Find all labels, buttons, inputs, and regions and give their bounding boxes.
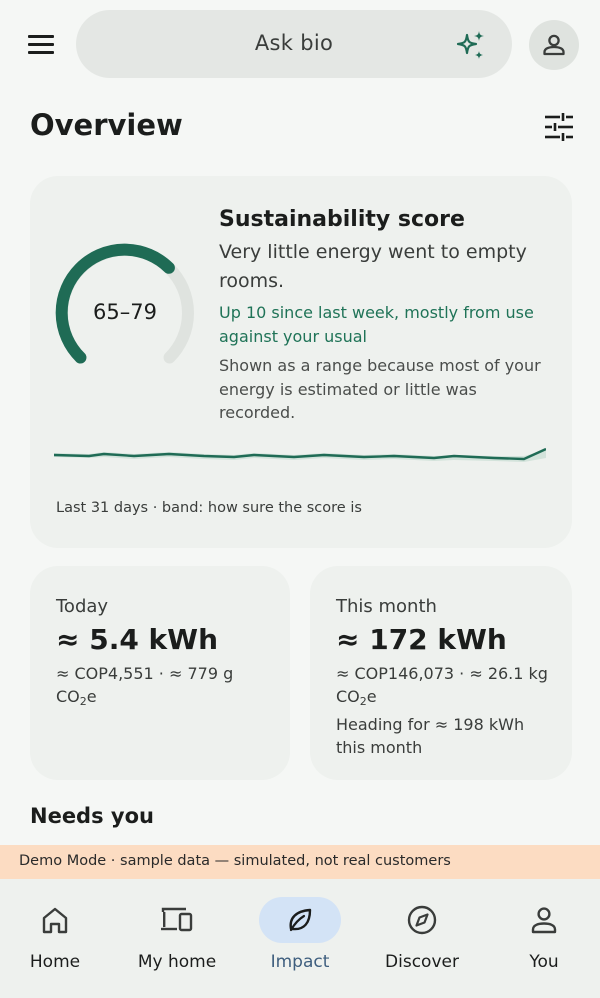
month-detail: ≈ COP146,073 · ≈ 26.1 kg CO2e Heading for… — [336, 664, 548, 757]
today-label: Today — [56, 596, 109, 617]
nav-item-you[interactable]: You — [484, 879, 600, 998]
score-description: Very little energy went to empty rooms. — [219, 241, 527, 292]
account-button[interactable] — [529, 20, 579, 70]
sparkle-icon — [456, 31, 484, 59]
sustainability-score-card[interactable]: 65–79 Sustainability score Very little e… — [30, 176, 572, 548]
compass-icon — [407, 905, 437, 935]
nav-label-home: Home — [29, 952, 81, 972]
nav-item-home[interactable]: Home — [0, 879, 115, 998]
score-trend-sparkline — [54, 447, 546, 462]
home-icon — [42, 907, 68, 934]
nav-label-you: You — [529, 952, 559, 972]
needs-you-title: Needs you — [30, 804, 154, 828]
menu-icon[interactable] — [22, 30, 62, 60]
score-footer: Last 31 days · band: how sure the score … — [56, 500, 362, 516]
nav-label-discover: Discover — [385, 952, 459, 972]
nav-item-impact[interactable]: Impact — [240, 879, 360, 998]
score-title: Sustainability score — [219, 207, 465, 232]
today-usage-card[interactable]: Today ≈ 5.4 kWh ≈ COP4,551 · ≈ 779 g CO2… — [30, 566, 290, 780]
search-placeholder: Ask bio — [254, 31, 334, 55]
month-label: This month — [336, 596, 437, 617]
today-value: ≈ 5.4 kWh — [56, 623, 218, 656]
month-forecast: Heading for ≈ 198 kWh this month — [336, 715, 525, 757]
month-value: ≈ 172 kWh — [336, 623, 507, 656]
person-icon — [531, 907, 557, 934]
nav-label-my-home: My home — [137, 952, 217, 972]
nav-item-my-home[interactable]: My home — [117, 879, 237, 998]
score-change: Up 10 since last week, mostly from use a… — [219, 303, 534, 346]
score-note: Shown as a range because most of your en… — [219, 356, 541, 422]
person-icon — [543, 34, 565, 56]
devices-icon — [161, 907, 193, 932]
page-title: Overview — [30, 108, 183, 142]
tune-icon[interactable] — [542, 110, 576, 144]
demo-mode-banner: Demo Mode · sample data — simulated, not… — [0, 845, 600, 879]
top-bar: Ask bio — [0, 10, 600, 78]
nav-label-impact: Impact — [270, 952, 330, 972]
score-range: 65–79 — [93, 300, 157, 324]
leaf-icon — [289, 908, 312, 932]
nav-item-discover[interactable]: Discover — [362, 879, 482, 998]
month-usage-card[interactable]: This month ≈ 172 kWh ≈ COP146,073 · ≈ 26… — [310, 566, 572, 780]
ask-bio-search[interactable]: Ask bio — [76, 10, 512, 78]
bottom-navigation: Home My home Impact Discover You — [0, 879, 600, 998]
today-detail: ≈ COP4,551 · ≈ 779 g CO2e — [56, 664, 234, 708]
